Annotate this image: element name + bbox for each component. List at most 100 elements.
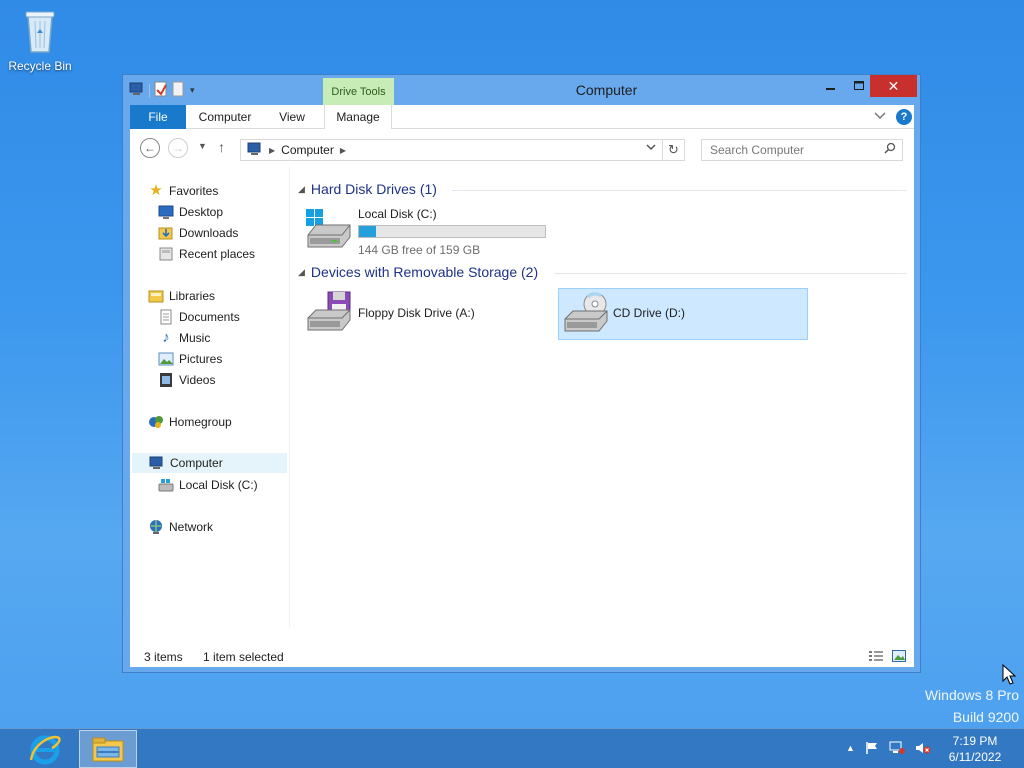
status-selected-count: 1 item selected bbox=[203, 650, 284, 664]
recent-places-icon bbox=[158, 246, 174, 262]
floppy-drive-icon bbox=[304, 290, 352, 337]
maximize-button[interactable] bbox=[845, 75, 873, 97]
drive-tile-floppy[interactable]: Floppy Disk Drive (A:) bbox=[304, 288, 554, 340]
nav-label: Downloads bbox=[179, 226, 239, 240]
star-icon: ★ bbox=[149, 182, 163, 199]
details-view-icon[interactable] bbox=[868, 650, 884, 665]
group-title: Devices with Removable Storage (2) bbox=[310, 264, 539, 280]
libraries-icon bbox=[148, 288, 164, 304]
downloads-icon bbox=[158, 225, 174, 241]
network-status-icon[interactable] bbox=[889, 741, 905, 758]
search-placeholder: Search Computer bbox=[710, 143, 805, 157]
back-button[interactable]: ← bbox=[140, 138, 160, 158]
minimize-button[interactable] bbox=[817, 75, 845, 97]
search-input[interactable]: Search Computer bbox=[701, 139, 903, 161]
show-hidden-icons-icon[interactable]: ▲ bbox=[846, 741, 855, 758]
group-header-removable-storage[interactable]: ◢ Devices with Removable Storage (2) bbox=[298, 264, 538, 280]
refresh-button[interactable]: ↻ bbox=[662, 140, 684, 160]
navigation-pane: ★ Favorites Desktop Downloads Recent pla… bbox=[130, 167, 290, 627]
local-disk-icon bbox=[158, 477, 174, 493]
recent-locations-button[interactable]: ▼ bbox=[198, 141, 207, 151]
help-icon[interactable]: ? bbox=[896, 109, 912, 125]
breadcrumb-separator-icon[interactable]: ▶ bbox=[340, 146, 346, 155]
disk-usage-fill bbox=[359, 226, 377, 237]
watermark-build: Build 9200 bbox=[952, 709, 1019, 725]
title-bar[interactable]: ▾ Drive Tools Computer ✕ bbox=[123, 75, 920, 106]
quick-access-toolbar: ▾ bbox=[129, 81, 195, 100]
navigation-bar: ← → ▼ ↑ ▶ Computer ▶ ↻ Search Computer bbox=[130, 129, 914, 167]
close-icon: ✕ bbox=[887, 77, 900, 94]
content-pane: ◢ Hard Disk Drives (1) Local Disk (C:) 1… bbox=[292, 167, 914, 627]
customize-qat-icon[interactable]: ▾ bbox=[190, 85, 195, 96]
system-tray: ▲ bbox=[846, 741, 931, 758]
nav-label: Network bbox=[169, 520, 214, 534]
drive-name: Local Disk (C:) bbox=[358, 207, 437, 221]
nav-favorites[interactable]: ★ Favorites bbox=[148, 181, 218, 201]
clock-time: 7:19 PM bbox=[952, 734, 998, 748]
videos-icon bbox=[158, 372, 174, 388]
taskbar-internet-explorer[interactable] bbox=[16, 730, 74, 768]
nav-downloads[interactable]: Downloads bbox=[158, 223, 238, 243]
close-button[interactable]: ✕ bbox=[870, 75, 917, 97]
address-bar[interactable]: ▶ Computer ▶ ↻ bbox=[240, 139, 685, 161]
tab-computer[interactable]: Computer bbox=[192, 105, 258, 129]
internet-explorer-icon bbox=[29, 735, 61, 765]
address-dropdown-icon[interactable] bbox=[646, 143, 656, 153]
up-button[interactable]: ↑ bbox=[218, 139, 225, 155]
nav-label: Music bbox=[179, 331, 211, 345]
nav-local-disk[interactable]: Local Disk (C:) bbox=[158, 475, 258, 495]
clock-date: 6/11/2022 bbox=[948, 750, 1002, 764]
nav-computer[interactable]: Computer bbox=[132, 453, 287, 473]
ribbon-tabs: File Computer View Manage ? bbox=[130, 105, 914, 129]
drive-tile-cd-selected[interactable]: CD Drive (D:) bbox=[558, 288, 808, 340]
hard-disk-icon bbox=[304, 207, 352, 254]
tab-view[interactable]: View bbox=[270, 105, 314, 129]
group-header-hard-disk-drives[interactable]: ◢ Hard Disk Drives (1) bbox=[298, 181, 437, 197]
window-client: File Computer View Manage ? ← → ▼ ↑ ▶ Co… bbox=[130, 105, 914, 667]
nav-pictures[interactable]: Pictures bbox=[158, 349, 222, 369]
nav-label: Favorites bbox=[169, 184, 219, 198]
recycle-bin-icon bbox=[25, 11, 55, 53]
disk-usage-bar bbox=[358, 225, 546, 238]
file-explorer-icon bbox=[92, 737, 124, 762]
nav-libraries[interactable]: Libraries bbox=[148, 286, 215, 306]
nav-documents[interactable]: Documents bbox=[158, 307, 240, 327]
group-divider bbox=[554, 273, 906, 274]
forward-button[interactable]: → bbox=[168, 138, 188, 158]
large-icons-view-icon[interactable] bbox=[892, 650, 906, 665]
mouse-cursor-icon bbox=[1002, 663, 1017, 689]
computer-icon bbox=[149, 455, 165, 471]
tab-file[interactable]: File bbox=[130, 105, 186, 129]
nav-label: Documents bbox=[179, 310, 240, 324]
nav-label: Homegroup bbox=[169, 415, 232, 429]
group-divider bbox=[452, 190, 906, 191]
nav-label: Pictures bbox=[179, 352, 223, 366]
status-bar: 3 items 1 item selected bbox=[130, 647, 914, 667]
new-folder-icon[interactable] bbox=[172, 81, 186, 100]
nav-homegroup[interactable]: Homegroup bbox=[148, 412, 232, 432]
nav-network[interactable]: Network bbox=[148, 517, 213, 537]
arrow-left-icon: ← bbox=[144, 141, 156, 155]
volume-muted-icon[interactable] bbox=[915, 741, 931, 758]
nav-videos[interactable]: Videos bbox=[158, 370, 215, 390]
breadcrumb-computer[interactable]: Computer bbox=[281, 143, 334, 157]
nav-recent-places[interactable]: Recent places bbox=[158, 244, 255, 264]
arrow-right-icon: → bbox=[172, 141, 184, 155]
action-center-flag-icon[interactable] bbox=[865, 741, 879, 758]
drive-tile-local-disk[interactable]: Local Disk (C:) 144 GB free of 159 GB bbox=[304, 205, 554, 257]
properties-icon[interactable] bbox=[154, 81, 168, 100]
nav-music[interactable]: ♪ Music bbox=[158, 328, 210, 348]
taskbar-clock[interactable]: 7:19 PM 6/11/2022 bbox=[940, 733, 1010, 765]
chevron-down-icon[interactable] bbox=[874, 110, 886, 124]
search-icon[interactable] bbox=[884, 140, 896, 160]
computer-small-icon bbox=[129, 82, 145, 99]
nav-desktop[interactable]: Desktop bbox=[158, 202, 223, 222]
taskbar-file-explorer[interactable] bbox=[79, 730, 137, 768]
recycle-bin-desktop-icon[interactable]: Recycle Bin bbox=[4, 6, 76, 73]
homegroup-icon bbox=[148, 414, 164, 430]
tab-manage[interactable]: Manage bbox=[324, 105, 392, 129]
windows-version-watermark: Windows 8 Pro Build 9200 bbox=[925, 684, 1019, 728]
breadcrumb-separator-icon[interactable]: ▶ bbox=[269, 146, 275, 155]
group-title: Hard Disk Drives (1) bbox=[310, 181, 437, 197]
nav-label: Libraries bbox=[169, 289, 216, 303]
